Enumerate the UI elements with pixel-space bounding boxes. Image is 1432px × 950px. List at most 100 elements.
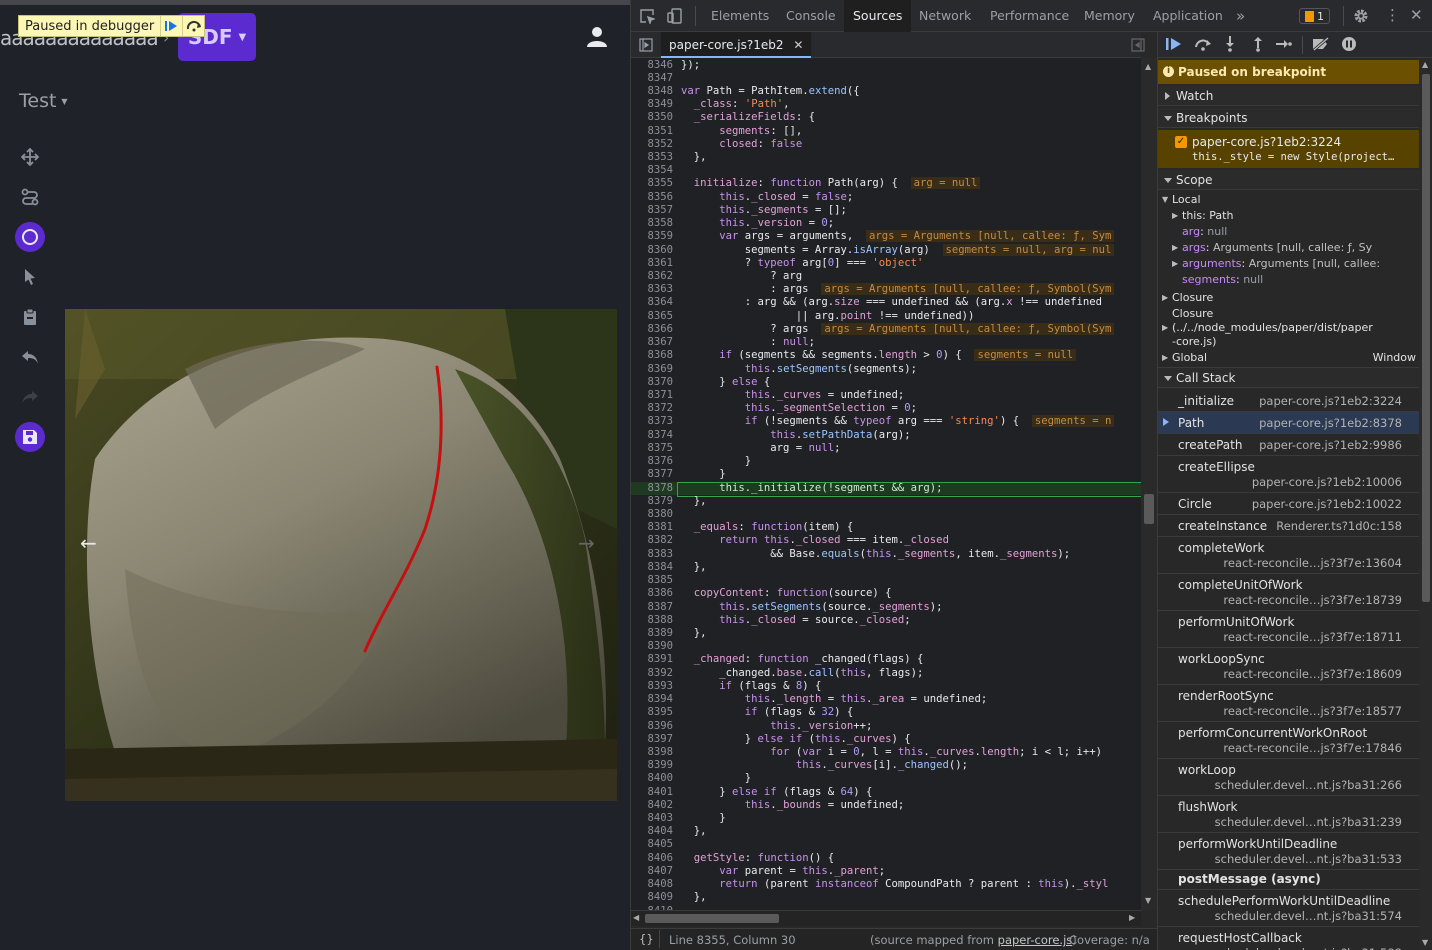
line-number[interactable]: 8406	[631, 852, 673, 865]
line-number[interactable]: 8349	[631, 98, 673, 111]
line-number[interactable]: 8401	[631, 786, 673, 799]
line-number[interactable]: 8356	[631, 191, 673, 204]
code-line[interactable]: 8363 : args args = Arguments [null, call…	[631, 283, 1141, 296]
issues-counter[interactable]: 1	[1299, 8, 1330, 24]
line-number[interactable]: 8378	[631, 482, 673, 495]
code-line[interactable]: 8346});	[631, 59, 1141, 72]
call-frame[interactable]: flushWork scheduler.devel…nt.js?ba31:239	[1158, 796, 1420, 833]
code-line[interactable]: 8376 }	[631, 455, 1141, 468]
tab-console[interactable]: Console	[779, 0, 843, 32]
scope-global[interactable]: ▶ Global Window	[1158, 350, 1420, 368]
code-line[interactable]: 8394 this._length = this._area = undefin…	[631, 693, 1141, 706]
line-number[interactable]: 8352	[631, 138, 673, 151]
circle-tool-icon[interactable]	[15, 222, 45, 252]
call-frame-location[interactable]: paper-core.js?1eb2:10022	[1252, 497, 1402, 511]
title-dropdown[interactable]: Test ▼	[19, 90, 68, 112]
scope-local[interactable]: ▼ Local	[1158, 192, 1420, 208]
code-line[interactable]: 8347	[631, 72, 1141, 85]
code-line[interactable]: 8409 },	[631, 891, 1141, 904]
line-number[interactable]: 8357	[631, 204, 673, 217]
code-line[interactable]: 8350 _serializeFields: {	[631, 111, 1141, 124]
code-line[interactable]: 8384 },	[631, 561, 1141, 574]
code-line[interactable]: 8353 },	[631, 151, 1141, 164]
scope-var-segments[interactable]: segments: null	[1158, 272, 1420, 288]
line-number[interactable]: 8372	[631, 402, 673, 415]
next-image-arrow-icon[interactable]: →	[578, 531, 595, 555]
code-line[interactable]: 8364 : arg && (arg.size === undefined &&…	[631, 296, 1141, 309]
line-number[interactable]: 8370	[631, 376, 673, 389]
line-number[interactable]: 8407	[631, 865, 673, 878]
call-frame-location[interactable]: scheduler.devel…nt.js?ba31:239	[1215, 815, 1402, 829]
code-line[interactable]: 8351 segments: [],	[631, 125, 1141, 138]
code-line[interactable]: 8368 if (segments && segments.length > 0…	[631, 349, 1141, 362]
line-number[interactable]: 8388	[631, 614, 673, 627]
line-number[interactable]: 8373	[631, 415, 673, 428]
line-number[interactable]: 8400	[631, 772, 673, 785]
device-toolbar-icon[interactable]	[667, 8, 683, 27]
sidebar-scrollbar[interactable]: ▲ ▼	[1419, 58, 1432, 950]
code-line[interactable]: 8374 this.setPathData(arg);	[631, 429, 1141, 442]
line-number[interactable]: 8385	[631, 574, 673, 587]
code-line[interactable]: 8369 this.setSegments(segments);	[631, 363, 1141, 376]
scroll-down-arrow-icon[interactable]: ▼	[1422, 938, 1428, 947]
code-line[interactable]: 8406 getStyle: function() {	[631, 852, 1141, 865]
tab-application[interactable]: Application	[1145, 0, 1231, 32]
line-number[interactable]: 8367	[631, 336, 673, 349]
code-line[interactable]: 8373 if (!segments && typeof arg === 'st…	[631, 415, 1141, 428]
more-options-kebab-icon[interactable]: ⋮	[1385, 6, 1400, 24]
move-tool-icon[interactable]	[15, 142, 45, 172]
call-stack-section-header[interactable]: Call Stack	[1158, 368, 1420, 388]
code-line[interactable]: 8370 } else {	[631, 376, 1141, 389]
line-number[interactable]: 8393	[631, 680, 673, 693]
call-frame[interactable]: createInstance Renderer.ts?1d0c:158	[1158, 515, 1420, 537]
code-line[interactable]: 8362 ? arg	[631, 270, 1141, 283]
code-line[interactable]: 8385	[631, 574, 1141, 587]
code-line[interactable]: 8358 this._version = 0;	[631, 217, 1141, 230]
tab-performance[interactable]: Performance	[982, 0, 1077, 32]
call-frame[interactable]: renderRootSync react-reconcile…js?3f7e:18…	[1158, 685, 1420, 722]
call-frame-location[interactable]: scheduler.devel…nt.js?ba31:533	[1215, 852, 1402, 866]
code-line[interactable]: 8389 },	[631, 627, 1141, 640]
route-tool-icon[interactable]	[15, 182, 45, 212]
code-horizontal-scroll-thumb[interactable]	[645, 914, 779, 923]
call-frame[interactable]: requestHostCallbackscheduler.devel…nt.js…	[1158, 927, 1420, 950]
step-over-icon[interactable]	[182, 16, 204, 36]
line-number[interactable]: 8389	[631, 627, 673, 640]
scroll-up-arrow-icon[interactable]: ▲	[1145, 62, 1151, 71]
line-number[interactable]: 8405	[631, 838, 673, 851]
line-number[interactable]: 8355	[631, 177, 673, 190]
line-number[interactable]: 8353	[631, 151, 673, 164]
resume-icon[interactable]	[160, 16, 182, 36]
call-frame-location[interactable]: paper-core.js?1eb2:10006	[1252, 475, 1402, 489]
code-horizontal-scrollbar[interactable]: ◀ ▶	[631, 910, 1141, 926]
line-number[interactable]: 8375	[631, 442, 673, 455]
call-frame[interactable]: performConcurrentWorkOnRoot react-reconci…	[1158, 722, 1420, 759]
line-number[interactable]: 8360	[631, 244, 673, 257]
code-line[interactable]: 8391 _changed: function _changed(flags) …	[631, 653, 1141, 666]
code-line[interactable]: 8387 this.setSegments(source._segments);	[631, 601, 1141, 614]
code-line[interactable]: 8371 this._curves = undefined;	[631, 389, 1141, 402]
scroll-right-arrow-icon[interactable]: ▶	[1129, 913, 1135, 922]
call-frame[interactable]: workLoop scheduler.devel…nt.js?ba31:266	[1158, 759, 1420, 796]
file-tab-paper-core[interactable]: paper-core.js?1eb2 ✕	[661, 32, 812, 58]
call-frame[interactable]: schedulePerformWorkUntilDeadline schedule…	[1158, 890, 1420, 927]
sidebar-scroll-thumb[interactable]	[1422, 74, 1430, 602]
code-line[interactable]: 8356 this._closed = false;	[631, 191, 1141, 204]
line-number[interactable]: 8395	[631, 706, 673, 719]
previous-image-arrow-icon[interactable]: ←	[80, 531, 97, 555]
scroll-up-arrow-icon[interactable]: ▲	[1422, 60, 1428, 69]
scope-section-header[interactable]: Scope	[1158, 170, 1420, 190]
code-line[interactable]: 8355 initialize: function Path(arg) { ar…	[631, 177, 1141, 190]
line-number[interactable]: 8347	[631, 72, 673, 85]
call-frame[interactable]: performUnitOfWork react-reconcile…js?3f7e…	[1158, 611, 1420, 648]
line-number[interactable]: 8348	[631, 85, 673, 98]
code-vertical-scrollbar[interactable]: ▲ ▼	[1141, 58, 1157, 910]
step-icon[interactable]	[1276, 38, 1292, 53]
code-line[interactable]: 8366 ? args args = Arguments [null, call…	[631, 322, 1141, 336]
more-tabs-chevron-icon[interactable]: »	[1232, 0, 1249, 32]
tab-network[interactable]: Network	[911, 0, 979, 32]
code-line[interactable]: 8372 this._segmentSelection = 0;	[631, 402, 1141, 415]
code-line[interactable]: 8348 var Path = PathItem.extend({	[631, 85, 1141, 98]
call-frame[interactable]: performWorkUntilDeadline scheduler.devel……	[1158, 833, 1420, 870]
line-number[interactable]: 8386	[631, 587, 673, 600]
